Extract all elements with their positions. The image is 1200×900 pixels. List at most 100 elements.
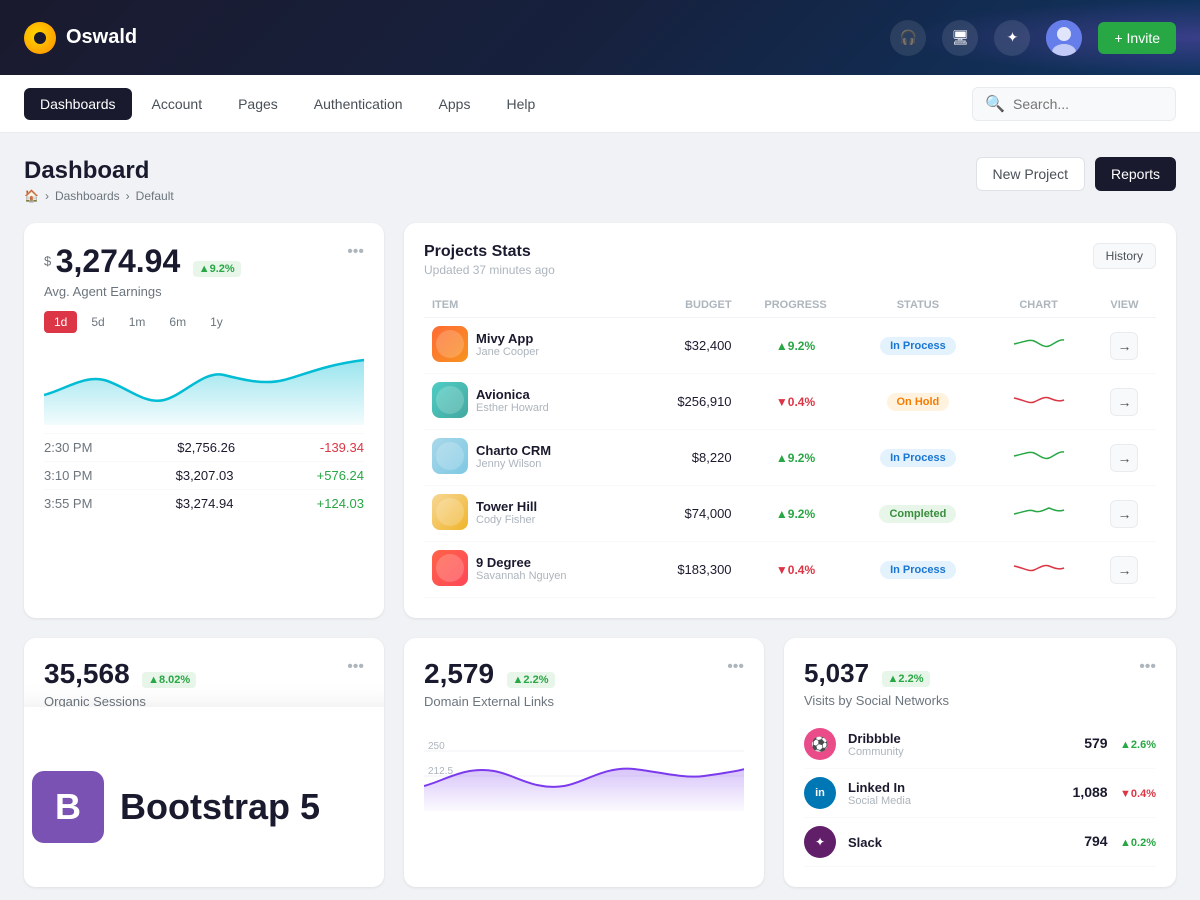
project-thumb-4 (432, 550, 468, 586)
top-row: $ 3,274.94 ▲9.2% Avg. Agent Earnings •••… (24, 223, 1176, 618)
filter-1d[interactable]: 1d (44, 311, 77, 333)
logo-area: Oswald (24, 22, 137, 54)
project-status-2: In Process (852, 430, 985, 486)
nav-item-authentication[interactable]: Authentication (298, 88, 419, 120)
project-status-0: In Process (852, 318, 985, 374)
home-icon: 🏠 (24, 189, 39, 203)
time-filters: 1d 5d 1m 6m 1y (44, 311, 364, 333)
nav-item-pages[interactable]: Pages (222, 88, 294, 120)
social-menu[interactable]: ••• (1139, 658, 1156, 676)
domain-chart: 250 212.5 (424, 721, 744, 811)
social-label: Visits by Social Networks (804, 693, 949, 708)
project-thumb-1 (432, 382, 468, 418)
sessions-menu[interactable]: ••• (347, 658, 364, 676)
page-title: Dashboard (24, 157, 174, 185)
project-action-3[interactable]: → (1093, 486, 1156, 542)
bootstrap-popup: B Bootstrap 5 (24, 707, 384, 887)
breadcrumb-dashboards[interactable]: Dashboards (55, 189, 120, 203)
notifications-icon[interactable]: 🎧 (890, 20, 926, 56)
project-action-4[interactable]: → (1093, 542, 1156, 598)
project-budget-2: $8,220 (639, 430, 739, 486)
projects-table: ITEM BUDGET PROGRESS STATUS CHART VIEW M… (424, 293, 1156, 598)
view-button-3[interactable]: → (1110, 500, 1138, 528)
screen-icon[interactable]: 🖥 (942, 20, 978, 56)
project-info-0: Mivy App Jane Cooper (476, 331, 539, 358)
new-project-button[interactable]: New Project (976, 157, 1085, 191)
project-action-2[interactable]: → (1093, 430, 1156, 486)
project-sparkline-3 (984, 486, 1093, 542)
project-progress-4: ▼0.4% (740, 542, 852, 598)
project-info-1: Avionica Esther Howard (476, 387, 549, 414)
stat-row-1: 2:30 PM $2,756.26 -139.34 (44, 433, 364, 461)
col-view: VIEW (1093, 293, 1156, 318)
earnings-card: $ 3,274.94 ▲9.2% Avg. Agent Earnings •••… (24, 223, 384, 618)
col-item: ITEM (424, 293, 639, 318)
domain-label: Domain External Links (424, 694, 555, 709)
nav-item-apps[interactable]: Apps (423, 88, 487, 120)
stat-row-2: 3:10 PM $3,207.03 +576.24 (44, 461, 364, 489)
page-header: Dashboard 🏠 › Dashboards › Default New P… (24, 157, 1176, 203)
view-button-1[interactable]: → (1110, 388, 1138, 416)
nav-item-help[interactable]: Help (490, 88, 551, 120)
filter-5d[interactable]: 5d (81, 311, 114, 333)
reports-button[interactable]: Reports (1095, 157, 1176, 191)
earnings-menu[interactable]: ••• (347, 243, 364, 261)
view-button-2[interactable]: → (1110, 444, 1138, 472)
filter-1m[interactable]: 1m (119, 311, 156, 333)
bottom-row: 35,568 ▲8.02% Organic Sessions ••• (24, 638, 1176, 887)
projects-subtitle: Updated 37 minutes ago (424, 263, 555, 277)
sessions-badge: ▲8.02% (142, 672, 196, 688)
filter-1y[interactable]: 1y (200, 311, 233, 333)
nav-item-dashboards[interactable]: Dashboards (24, 88, 132, 120)
app-name: Oswald (66, 26, 137, 49)
project-budget-4: $183,300 (639, 542, 739, 598)
project-info-4: 9 Degree Savannah Nguyen (476, 555, 567, 582)
table-row: 9 Degree Savannah Nguyen $183,300 ▼0.4% … (424, 542, 1156, 598)
project-status-1: On Hold (852, 374, 985, 430)
project-budget-3: $74,000 (639, 486, 739, 542)
stat-rows: 2:30 PM $2,756.26 -139.34 3:10 PM $3,207… (44, 433, 364, 517)
dribbble-icon: ⚽ (804, 728, 836, 760)
bootstrap-icon: B (32, 771, 104, 843)
project-thumb-2 (432, 438, 468, 474)
domain-card: 2,579 ▲2.2% Domain External Links ••• (404, 638, 764, 887)
project-thumb-3 (432, 494, 468, 530)
col-status: STATUS (852, 293, 985, 318)
domain-menu[interactable]: ••• (727, 658, 744, 676)
search-input[interactable] (1013, 96, 1163, 112)
share-icon[interactable]: ✦ (994, 20, 1030, 56)
svg-text:212.5: 212.5 (428, 766, 453, 777)
history-button[interactable]: History (1093, 243, 1156, 269)
domain-badge: ▲2.2% (507, 672, 555, 688)
earnings-amount: 3,274.94 (56, 243, 181, 279)
project-progress-3: ▲9.2% (740, 486, 852, 542)
project-thumb-0 (432, 326, 468, 362)
social-badge: ▲2.2% (882, 671, 930, 687)
title-area: Dashboard 🏠 › Dashboards › Default (24, 157, 174, 203)
table-row: Mivy App Jane Cooper $32,400 ▲9.2% In Pr… (424, 318, 1156, 374)
table-row: Avionica Esther Howard $256,910 ▼0.4% On… (424, 374, 1156, 430)
project-sparkline-4 (984, 542, 1093, 598)
filter-6m[interactable]: 6m (159, 311, 196, 333)
view-button-0[interactable]: → (1110, 332, 1138, 360)
view-button-4[interactable]: → (1110, 556, 1138, 584)
social-item-dribbble: ⚽ Dribbble Community 579 ▲2.6% (804, 720, 1156, 769)
project-sparkline-1 (984, 374, 1093, 430)
project-info-3: Tower Hill Cody Fisher (476, 499, 537, 526)
table-row: Charto CRM Jenny Wilson $8,220 ▲9.2% In … (424, 430, 1156, 486)
social-card: 5,037 ▲2.2% Visits by Social Networks ••… (784, 638, 1176, 887)
search-icon: 🔍 (985, 94, 1005, 114)
nav-item-account[interactable]: Account (136, 88, 219, 120)
avatar[interactable] (1046, 20, 1082, 56)
project-action-0[interactable]: → (1093, 318, 1156, 374)
project-status-4: In Process (852, 542, 985, 598)
col-budget: BUDGET (639, 293, 739, 318)
linkedin-icon: in (804, 777, 836, 809)
project-action-1[interactable]: → (1093, 374, 1156, 430)
invite-button[interactable]: + Invite (1098, 22, 1176, 54)
domain-amount: 2,579 (424, 658, 494, 689)
project-status-3: Completed (852, 486, 985, 542)
sessions-amount: 35,568 (44, 658, 130, 689)
social-item-linkedin: in Linked In Social Media 1,088 ▼0.4% (804, 769, 1156, 818)
svg-text:250: 250 (428, 741, 445, 752)
